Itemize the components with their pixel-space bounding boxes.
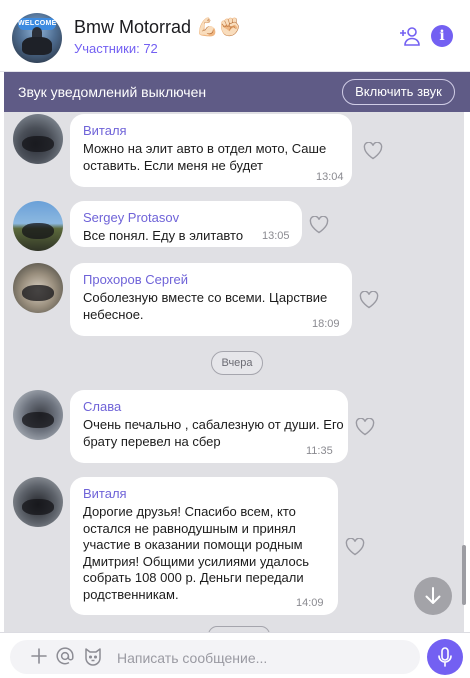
message-text: Соболезную вместе со всеми. Царствие неб…: [83, 290, 328, 322]
sender-avatar[interactable]: [13, 201, 63, 251]
scroll-to-bottom-button[interactable]: [414, 577, 452, 615]
like-icon[interactable]: [355, 417, 375, 436]
sticker-icon[interactable]: [82, 645, 104, 667]
plus-icon[interactable]: [29, 645, 49, 667]
message-list[interactable]: Виталя Можно на элит авто в отдел мото, …: [4, 112, 464, 632]
mute-notice-bar: Звук уведомлений выключен Включить звук: [4, 72, 470, 112]
chat-header: WELCOME Bmw Motorrad 💪🏻✊🏻 Участники: 72 …: [0, 0, 470, 72]
sender-name[interactable]: Слава: [83, 399, 121, 414]
message-time: 11:35: [306, 445, 333, 457]
unmute-button[interactable]: Включить звук: [342, 79, 455, 105]
message-time: 13:04: [316, 171, 344, 183]
at-icon[interactable]: [55, 645, 75, 667]
sender-name[interactable]: Sergey Protasov: [83, 210, 179, 225]
sender-avatar[interactable]: [13, 390, 63, 440]
message-bubble[interactable]: Виталя Дорогие друзья! Спасибо всем, кто…: [70, 477, 338, 615]
message-text: Все понял. Еду в элитавто: [83, 228, 244, 243]
message-time: 14:09: [296, 597, 324, 609]
info-icon[interactable]: i: [431, 25, 453, 47]
message-time: 13:05: [262, 230, 290, 242]
participants-count[interactable]: Участники: 72: [74, 41, 158, 56]
like-icon[interactable]: [309, 215, 329, 234]
mute-notice-text: Звук уведомлений выключен: [18, 84, 207, 100]
like-icon[interactable]: [363, 141, 383, 160]
message-bubble[interactable]: Слава Очень печально , сабалезную от душ…: [70, 390, 348, 463]
day-separator: Вчера: [211, 351, 263, 375]
message-time: 18:09: [312, 318, 340, 330]
like-icon[interactable]: [345, 537, 365, 556]
message-placeholder[interactable]: Написать сообщение...: [117, 650, 267, 666]
sender-name[interactable]: Виталя: [83, 486, 127, 501]
like-icon[interactable]: [359, 290, 379, 309]
scrollbar[interactable]: [462, 545, 466, 605]
message-bubble[interactable]: Виталя Можно на элит авто в отдел мото, …: [70, 114, 352, 187]
message-bubble[interactable]: Прохоров Сергей Соболезную вместе со все…: [70, 263, 352, 336]
mic-icon[interactable]: [427, 639, 463, 675]
sender-name[interactable]: Прохоров Сергей: [83, 272, 188, 287]
group-avatar[interactable]: WELCOME: [12, 13, 62, 63]
sender-avatar[interactable]: [13, 263, 63, 313]
sender-avatar[interactable]: [13, 477, 63, 527]
sender-name[interactable]: Виталя: [83, 123, 127, 138]
message-text: Дорогие друзья! Спасибо всем, кто осталс…: [83, 504, 309, 602]
add-member-icon[interactable]: [398, 24, 422, 48]
message-text: Можно на элит авто в отдел мото, Саше ос…: [83, 141, 327, 173]
message-composer: Написать сообщение...: [0, 632, 470, 678]
sender-avatar[interactable]: [13, 114, 63, 164]
message-bubble[interactable]: Sergey Protasov Все понял. Еду в элитавт…: [70, 201, 302, 247]
chat-title[interactable]: Bmw Motorrad 💪🏻✊🏻: [74, 17, 241, 38]
